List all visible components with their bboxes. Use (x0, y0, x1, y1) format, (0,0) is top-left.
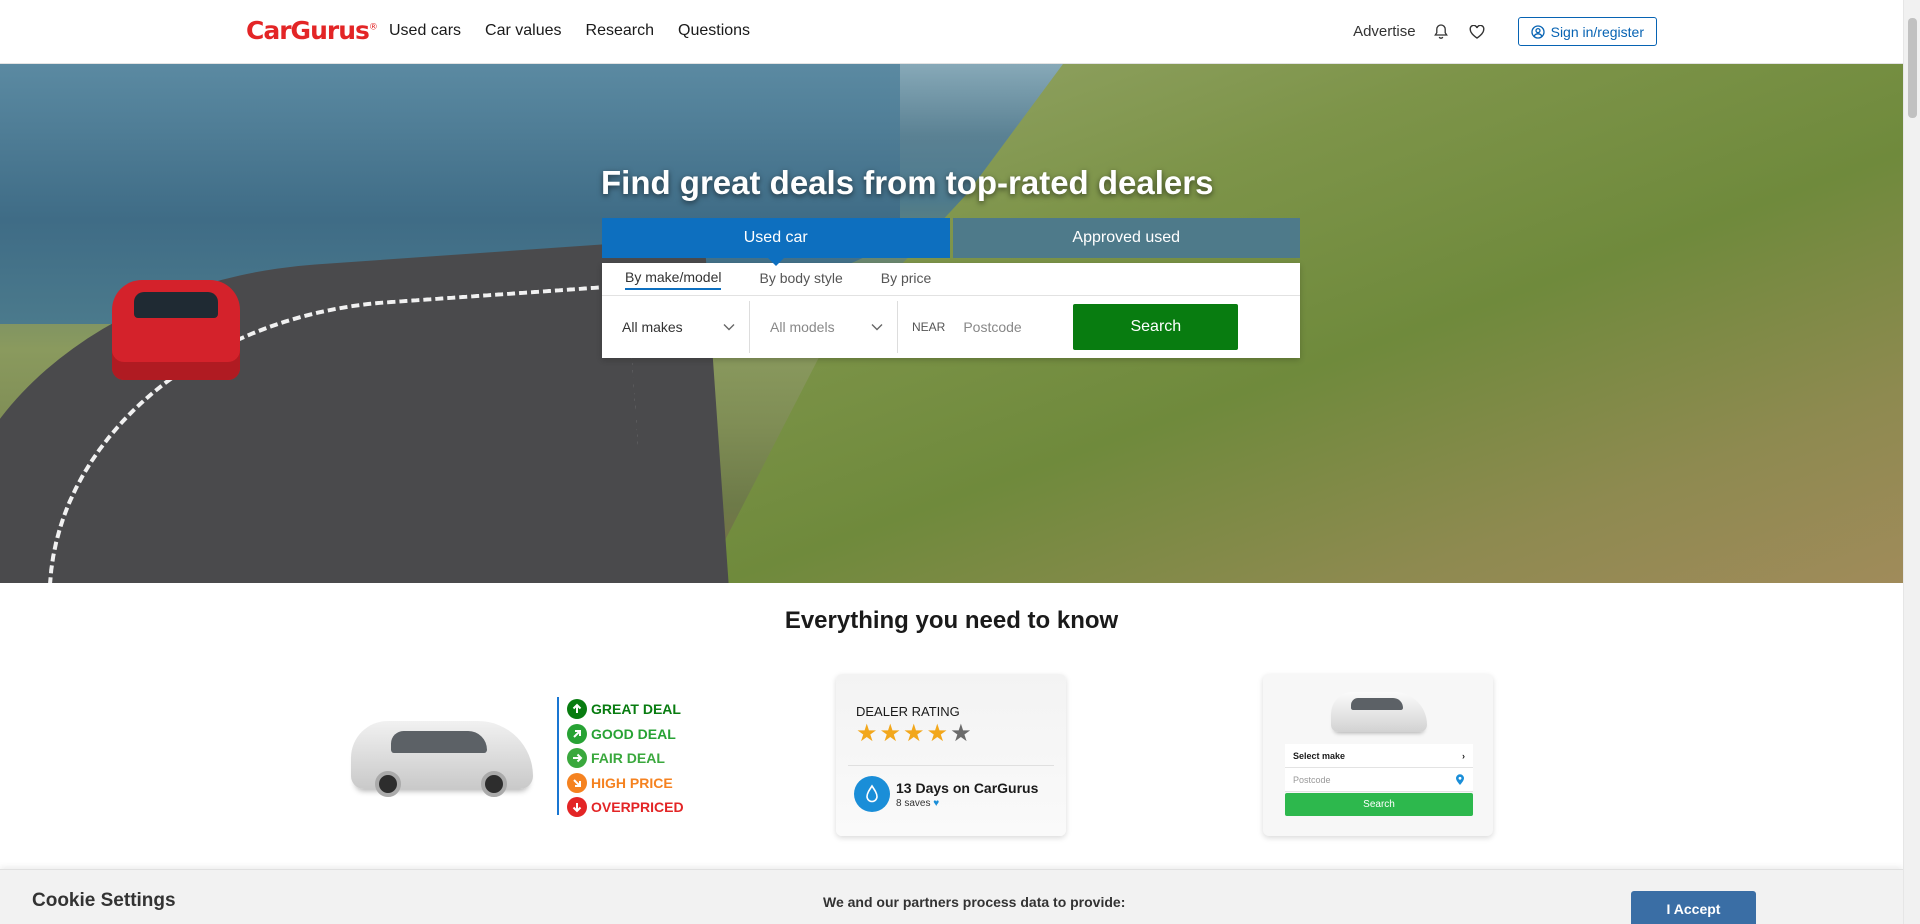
mini-search-button: Search (1285, 793, 1473, 816)
signin-label: Sign in/register (1550, 23, 1644, 40)
deal-label: GREAT DEAL (591, 701, 681, 718)
star-icon: ★ (856, 720, 878, 747)
search-box: By make/model By body style By price All… (602, 263, 1300, 358)
search-subtabs: By make/model By body style By price (602, 263, 1300, 296)
dealer-rating-card: DEALER RATING ★ ★ ★ ★ ★ 13 Days on CarGu… (836, 674, 1066, 836)
star-icon: ★ (950, 720, 972, 747)
star-icon: ★ (879, 720, 902, 747)
deal-good: GOOD DEAL (567, 722, 684, 747)
postcode-input[interactable] (963, 319, 1048, 335)
user-circle-icon (1530, 24, 1545, 39)
saves-count: 8 saves ♥ (896, 798, 939, 809)
accept-cookies-button[interactable]: I Accept (1631, 891, 1756, 924)
deal-label: FAIR DEAL (591, 750, 665, 767)
car-wheel (481, 771, 507, 797)
hero-red-car-image (112, 280, 240, 380)
subtab-by-make-model[interactable]: By make/model (625, 269, 722, 290)
deal-label: GOOD DEAL (591, 725, 676, 742)
cookie-text: We and our partners process data to prov… (823, 894, 1126, 910)
model-select-value: All models (770, 319, 835, 335)
registered-mark: ® (368, 22, 378, 33)
chevron-down-icon (871, 324, 883, 331)
star-icon: ★ (903, 720, 925, 747)
deal-divider-line (557, 697, 559, 815)
hero-banner: Find great deals from top-rated dealers … (0, 64, 1903, 583)
mini-postcode: Postcode (1285, 768, 1473, 792)
mini-select-make: Select make › (1285, 744, 1473, 768)
cookie-banner: Cookie Settings We and our partners proc… (0, 869, 1903, 924)
deal-overpriced: OVERPRICED (567, 795, 684, 820)
cookie-title: Cookie Settings (32, 890, 176, 911)
star-icon: ★ (926, 720, 949, 747)
heart-icon[interactable] (1466, 21, 1488, 43)
make-select-value: All makes (622, 319, 683, 335)
deal-ratings-card: GREAT DEAL GOOD DEAL FAIR DEAL HIGH PRIC… (345, 697, 685, 821)
tab-used-car[interactable]: Used car (602, 218, 950, 266)
bell-icon[interactable] (1430, 21, 1452, 43)
near-label: NEAR (912, 320, 946, 334)
nav-car-values[interactable]: Car values (485, 22, 561, 40)
deal-fair: FAIR DEAL (567, 746, 684, 771)
chevron-down-icon (723, 324, 735, 331)
subtab-by-body-style[interactable]: By body style (759, 270, 842, 289)
arrow-down-right-icon (567, 772, 587, 793)
deal-great: GREAT DEAL (567, 697, 684, 722)
search-button[interactable]: Search (1073, 304, 1239, 350)
search-fields: All makes All models NEAR Search (602, 296, 1300, 358)
section-title: Everything you need to know (784, 607, 1119, 634)
dealer-rating-title: DEALER RATING (856, 704, 960, 719)
header-actions: Advertise Sign in/register (1353, 17, 1657, 46)
saves-label: 8 saves (896, 798, 931, 809)
nav-questions[interactable]: Questions (678, 22, 750, 40)
tab-approved-used[interactable]: Approved used (952, 218, 1300, 258)
top-header: CarGurus® Used cars Car values Research … (0, 0, 1903, 64)
deal-high: HIGH PRICE (567, 771, 684, 796)
make-select[interactable]: All makes (602, 301, 750, 353)
location-pin-icon (1456, 773, 1464, 785)
silver-car-image (351, 721, 533, 797)
star-rating: ★ ★ ★ ★ ★ (856, 722, 972, 746)
arrow-up-right-icon (567, 723, 587, 744)
mini-search-card: Select make › Postcode Search (1263, 674, 1493, 836)
arrow-up-icon (567, 699, 587, 720)
mini-select-make-label: Select make (1293, 750, 1346, 761)
hero-title: Find great deals from top-rated dealers (601, 164, 1214, 201)
cargurus-logo[interactable]: CarGurus® (246, 16, 378, 45)
car-wheel (375, 771, 401, 797)
main-nav: Used cars Car values Research Questions (389, 22, 750, 40)
page-scrollbar[interactable] (1903, 0, 1920, 924)
white-car-image (1331, 692, 1427, 732)
mini-postcode-label: Postcode (1293, 774, 1331, 785)
advertise-link[interactable]: Advertise (1353, 23, 1416, 40)
nav-used-cars[interactable]: Used cars (389, 22, 461, 40)
signin-register-button[interactable]: Sign in/register (1517, 17, 1657, 46)
arrow-down-icon (567, 797, 587, 818)
deal-label: OVERPRICED (591, 799, 684, 816)
water-drop-icon (854, 776, 890, 812)
search-tabs: Used car Approved used (602, 218, 1300, 266)
arrow-right-icon (567, 748, 587, 769)
scrollbar-thumb[interactable] (1908, 18, 1917, 118)
search-panel: Used car Approved used By make/model By … (602, 218, 1300, 358)
chevron-right-icon: › (1462, 750, 1465, 761)
subtab-by-price[interactable]: By price (881, 270, 932, 289)
nav-research[interactable]: Research (586, 22, 654, 40)
rating-divider (848, 765, 1054, 766)
deal-label: HIGH PRICE (591, 774, 673, 791)
days-on-cargurus: 13 Days on CarGurus (896, 780, 1039, 796)
heart-icon: ♥ (933, 798, 940, 809)
model-select[interactable]: All models (750, 301, 898, 353)
logo-text: CarGurus (246, 16, 370, 45)
deal-rating-list: GREAT DEAL GOOD DEAL FAIR DEAL HIGH PRIC… (567, 697, 684, 820)
